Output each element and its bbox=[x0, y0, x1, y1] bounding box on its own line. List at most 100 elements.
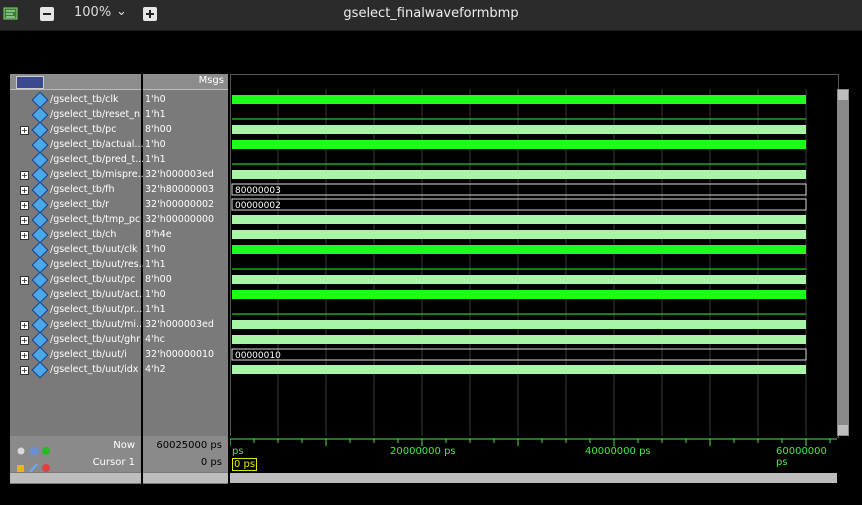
waveform-trace: 00000010 bbox=[231, 348, 807, 361]
signal-row[interactable]: /gselect_tb/pred_t... bbox=[10, 151, 144, 169]
signal-value: 8'h00 bbox=[145, 124, 172, 135]
expand-icon[interactable]: + bbox=[20, 171, 29, 180]
expand-icon[interactable]: + bbox=[20, 351, 29, 360]
signal-value: 32'h000003ed bbox=[145, 319, 214, 330]
signal-row[interactable]: /gselect_tb/clk bbox=[10, 91, 141, 109]
signal-row[interactable]: + /gselect_tb/ch bbox=[10, 226, 141, 244]
names-hscrollbar[interactable] bbox=[10, 473, 141, 483]
waveform-canvas[interactable]: 80000003 00000002 00000010 bbox=[230, 89, 837, 436]
expand-icon[interactable]: + bbox=[20, 231, 29, 240]
cursor-label: Cursor 1 bbox=[92, 457, 135, 468]
signal-row[interactable]: /gselect_tb/uut/pr... bbox=[10, 301, 143, 319]
signal-name: /gselect_tb/uut/idx bbox=[50, 364, 139, 375]
signal-value: 1'h0 bbox=[145, 94, 166, 105]
signal-row[interactable]: + /gselect_tb/uut/ghr bbox=[10, 331, 141, 349]
now-label: Now bbox=[113, 440, 135, 451]
signal-name: /gselect_tb/uut/ghr bbox=[50, 334, 141, 345]
signal-row[interactable]: /gselect_tb/uut/clk bbox=[10, 241, 141, 259]
timeline-ruler[interactable]: ps 20000000 ps 40000000 ps 60000000 ps 0… bbox=[230, 436, 837, 472]
expand-icon[interactable]: + bbox=[20, 366, 29, 375]
signal-value: 32'h80000003 bbox=[145, 184, 215, 195]
expand-icon[interactable]: + bbox=[20, 201, 29, 210]
signal-value: 4'h2 bbox=[145, 364, 166, 375]
signal-name: /gselect_tb/uut/res... bbox=[50, 259, 148, 270]
cursor-names-panel: Now Cursor 1 bbox=[10, 436, 141, 473]
waveform-trace bbox=[232, 245, 806, 254]
signal-value: 8'h00 bbox=[145, 274, 172, 285]
signal-row[interactable]: /gselect_tb/reset_n bbox=[10, 106, 141, 124]
scroll-down-icon[interactable] bbox=[838, 425, 848, 435]
signal-values-pane: Msgs 1'h0 1'h1 8'h00 1'h0 1'h1 32'h000003ed 32… bbox=[143, 74, 228, 484]
names-header bbox=[10, 74, 141, 90]
signal-icon bbox=[31, 361, 49, 379]
signal-value: 1'h0 bbox=[145, 244, 166, 255]
msgs-header-label: Msgs bbox=[198, 75, 224, 86]
signal-row[interactable]: + /gselect_tb/fh bbox=[10, 181, 141, 199]
scroll-up-icon[interactable] bbox=[838, 90, 848, 100]
signal-name: /gselect_tb/fh bbox=[50, 184, 115, 195]
expand-icon[interactable]: + bbox=[20, 126, 29, 135]
signal-row[interactable]: /gselect_tb/uut/res... bbox=[10, 256, 148, 274]
bus-value-label: 80000003 bbox=[235, 186, 281, 196]
waveform-trace bbox=[232, 125, 806, 134]
wave-options-button[interactable] bbox=[16, 76, 44, 89]
vertical-scrollbar[interactable] bbox=[837, 89, 849, 436]
signal-name: /gselect_tb/mispre... bbox=[50, 169, 147, 180]
signal-name: /gselect_tb/r bbox=[50, 199, 110, 210]
signal-name: /gselect_tb/ch bbox=[50, 229, 117, 240]
signal-name: /gselect_tb/uut/mi... bbox=[50, 319, 146, 330]
signal-name: /gselect_tb/uut/i bbox=[50, 349, 127, 360]
timeline-label-2: 40000000 ps bbox=[585, 446, 651, 457]
waveform-trace bbox=[232, 140, 806, 149]
signal-row[interactable]: + /gselect_tb/uut/mi... bbox=[10, 316, 145, 334]
cursor-marker[interactable]: 0 ps bbox=[232, 458, 258, 471]
signal-value: 1'h0 bbox=[145, 289, 166, 300]
signal-value: 1'h1 bbox=[145, 259, 166, 270]
signal-row[interactable]: /gselect_tb/actual... bbox=[10, 136, 144, 154]
waveform-trace bbox=[232, 335, 806, 344]
signal-row[interactable]: + /gselect_tb/mispre... bbox=[10, 166, 147, 184]
cursor-edit-icon[interactable] bbox=[16, 458, 52, 473]
signal-value: 1'h1 bbox=[145, 109, 166, 120]
values-hscrollbar[interactable] bbox=[143, 473, 228, 483]
cursor-value: 0 ps bbox=[200, 457, 222, 468]
timeline-label-3: 60000000 ps bbox=[776, 446, 827, 468]
signal-row[interactable]: + /gselect_tb/r bbox=[10, 196, 141, 214]
signal-name: /gselect_tb/actual... bbox=[50, 139, 144, 150]
signal-row[interactable]: + /gselect_tb/uut/idx bbox=[10, 361, 141, 379]
signal-row[interactable]: + /gselect_tb/tmp_pc bbox=[10, 211, 141, 229]
signal-value: 32'h00000010 bbox=[145, 349, 215, 360]
window-titlebar: 100% ⌄ gselect_finalwaveformbmp bbox=[0, 0, 862, 31]
signal-name: /gselect_tb/tmp_pc bbox=[50, 214, 141, 225]
signal-row[interactable]: /gselect_tb/uut/act... bbox=[10, 286, 148, 304]
wave-hscrollbar[interactable] bbox=[230, 473, 837, 483]
waveform-trace bbox=[232, 365, 806, 374]
signal-value: 32'h000003ed bbox=[145, 169, 214, 180]
expand-icon[interactable]: + bbox=[20, 276, 29, 285]
signal-value: 1'h1 bbox=[145, 304, 166, 315]
cursor-tools-icon[interactable] bbox=[16, 441, 52, 455]
expand-icon[interactable]: + bbox=[20, 321, 29, 330]
signal-name: /gselect_tb/pc bbox=[50, 124, 117, 135]
waveform-trace: 80000003 bbox=[231, 183, 807, 196]
expand-icon[interactable]: + bbox=[20, 336, 29, 345]
waveform-trace bbox=[232, 320, 806, 329]
timeline-label-1: 20000000 ps bbox=[390, 446, 456, 457]
timeline-label-0: ps bbox=[232, 446, 244, 457]
waveform-trace bbox=[232, 275, 806, 284]
signal-name: /gselect_tb/uut/act... bbox=[50, 289, 148, 300]
expand-icon[interactable]: + bbox=[20, 216, 29, 225]
now-value: 60025000 ps bbox=[156, 440, 222, 451]
signal-name: /gselect_tb/clk bbox=[50, 94, 119, 105]
waveform-trace bbox=[232, 170, 806, 179]
signal-name: /gselect_tb/uut/pc bbox=[50, 274, 136, 285]
expand-icon[interactable]: + bbox=[20, 186, 29, 195]
signal-row[interactable]: + /gselect_tb/uut/pc bbox=[10, 271, 141, 289]
signal-name: /gselect_tb/uut/clk bbox=[50, 244, 138, 255]
signal-value: 1'h1 bbox=[145, 154, 166, 165]
signal-row[interactable]: + /gselect_tb/pc bbox=[10, 121, 141, 139]
waveform-trace bbox=[232, 95, 806, 104]
signal-row[interactable]: + /gselect_tb/uut/i bbox=[10, 346, 141, 364]
window-title: gselect_finalwaveformbmp bbox=[343, 6, 519, 21]
signal-name: /gselect_tb/uut/pr... bbox=[50, 304, 143, 315]
